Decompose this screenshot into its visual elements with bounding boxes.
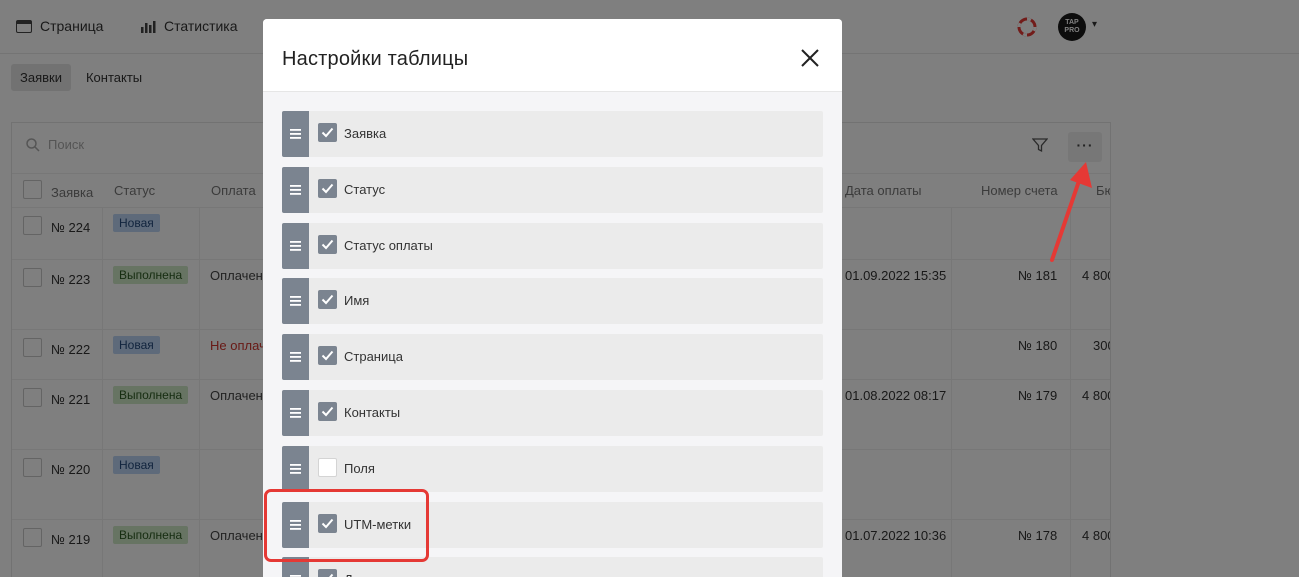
- column-visibility-checkbox[interactable]: [318, 402, 337, 421]
- drag-handle[interactable]: [282, 390, 309, 436]
- drag-handle-icon: [290, 240, 301, 251]
- drag-handle-icon: [290, 296, 301, 307]
- drag-handle[interactable]: [282, 222, 309, 269]
- column-setting-item[interactable]: Поля: [282, 445, 823, 492]
- drag-handle-icon: [290, 408, 301, 418]
- drag-handle[interactable]: [282, 111, 309, 157]
- column-setting-label: Контакты: [344, 405, 401, 420]
- column-setting-label: Имя: [344, 293, 370, 309]
- column-setting-label: Заявка: [344, 126, 387, 141]
- column-visibility-checkbox[interactable]: [318, 234, 337, 254]
- column-setting-item[interactable]: Страница: [282, 334, 823, 381]
- column-setting-label: Статус оплаты: [344, 237, 433, 253]
- column-setting-label: Статус: [344, 181, 386, 197]
- column-visibility-checkbox[interactable]: [318, 346, 337, 366]
- drag-handle[interactable]: [282, 334, 309, 381]
- highlight-box: [264, 489, 429, 562]
- close-icon[interactable]: [799, 47, 821, 69]
- checkmark-icon: [321, 406, 334, 417]
- annotation-arrow: [1050, 162, 1092, 262]
- column-visibility-checkbox[interactable]: [318, 290, 337, 310]
- modal-title: Настройки таблицы: [282, 48, 469, 70]
- checkmark-icon: [321, 127, 334, 138]
- column-setting-label: Страница: [344, 349, 403, 365]
- column-setting-label: Поля: [344, 460, 375, 476]
- checkmark-icon: [329, 574, 334, 577]
- column-setting-item[interactable]: Заявка: [282, 111, 823, 157]
- checkmark-icon: [321, 351, 334, 361]
- column-visibility-checkbox[interactable]: [318, 178, 337, 198]
- modal-header: Настройки таблицы: [263, 19, 842, 92]
- drag-handle[interactable]: [282, 278, 309, 325]
- column-setting-item[interactable]: Контакты: [282, 390, 823, 436]
- drag-handle-icon: [290, 463, 301, 474]
- drag-handle-icon: [290, 129, 301, 139]
- drag-handle[interactable]: [282, 445, 309, 492]
- drag-handle-icon: [290, 184, 301, 195]
- drag-handle-icon: [290, 352, 301, 362]
- checkmark-icon: [321, 295, 334, 305]
- drag-handle[interactable]: [282, 166, 309, 213]
- column-setting-label: Д: [344, 572, 353, 577]
- column-visibility-checkbox[interactable]: [318, 569, 337, 577]
- column-visibility-checkbox[interactable]: [318, 123, 337, 142]
- column-setting-item[interactable]: Статус: [282, 166, 823, 213]
- checkmark-icon: [321, 183, 334, 194]
- checkmark-icon: [321, 239, 334, 250]
- column-setting-item[interactable]: Статус оплаты: [282, 222, 823, 269]
- column-visibility-checkbox[interactable]: [318, 457, 337, 477]
- column-setting-item[interactable]: Имя: [282, 278, 823, 325]
